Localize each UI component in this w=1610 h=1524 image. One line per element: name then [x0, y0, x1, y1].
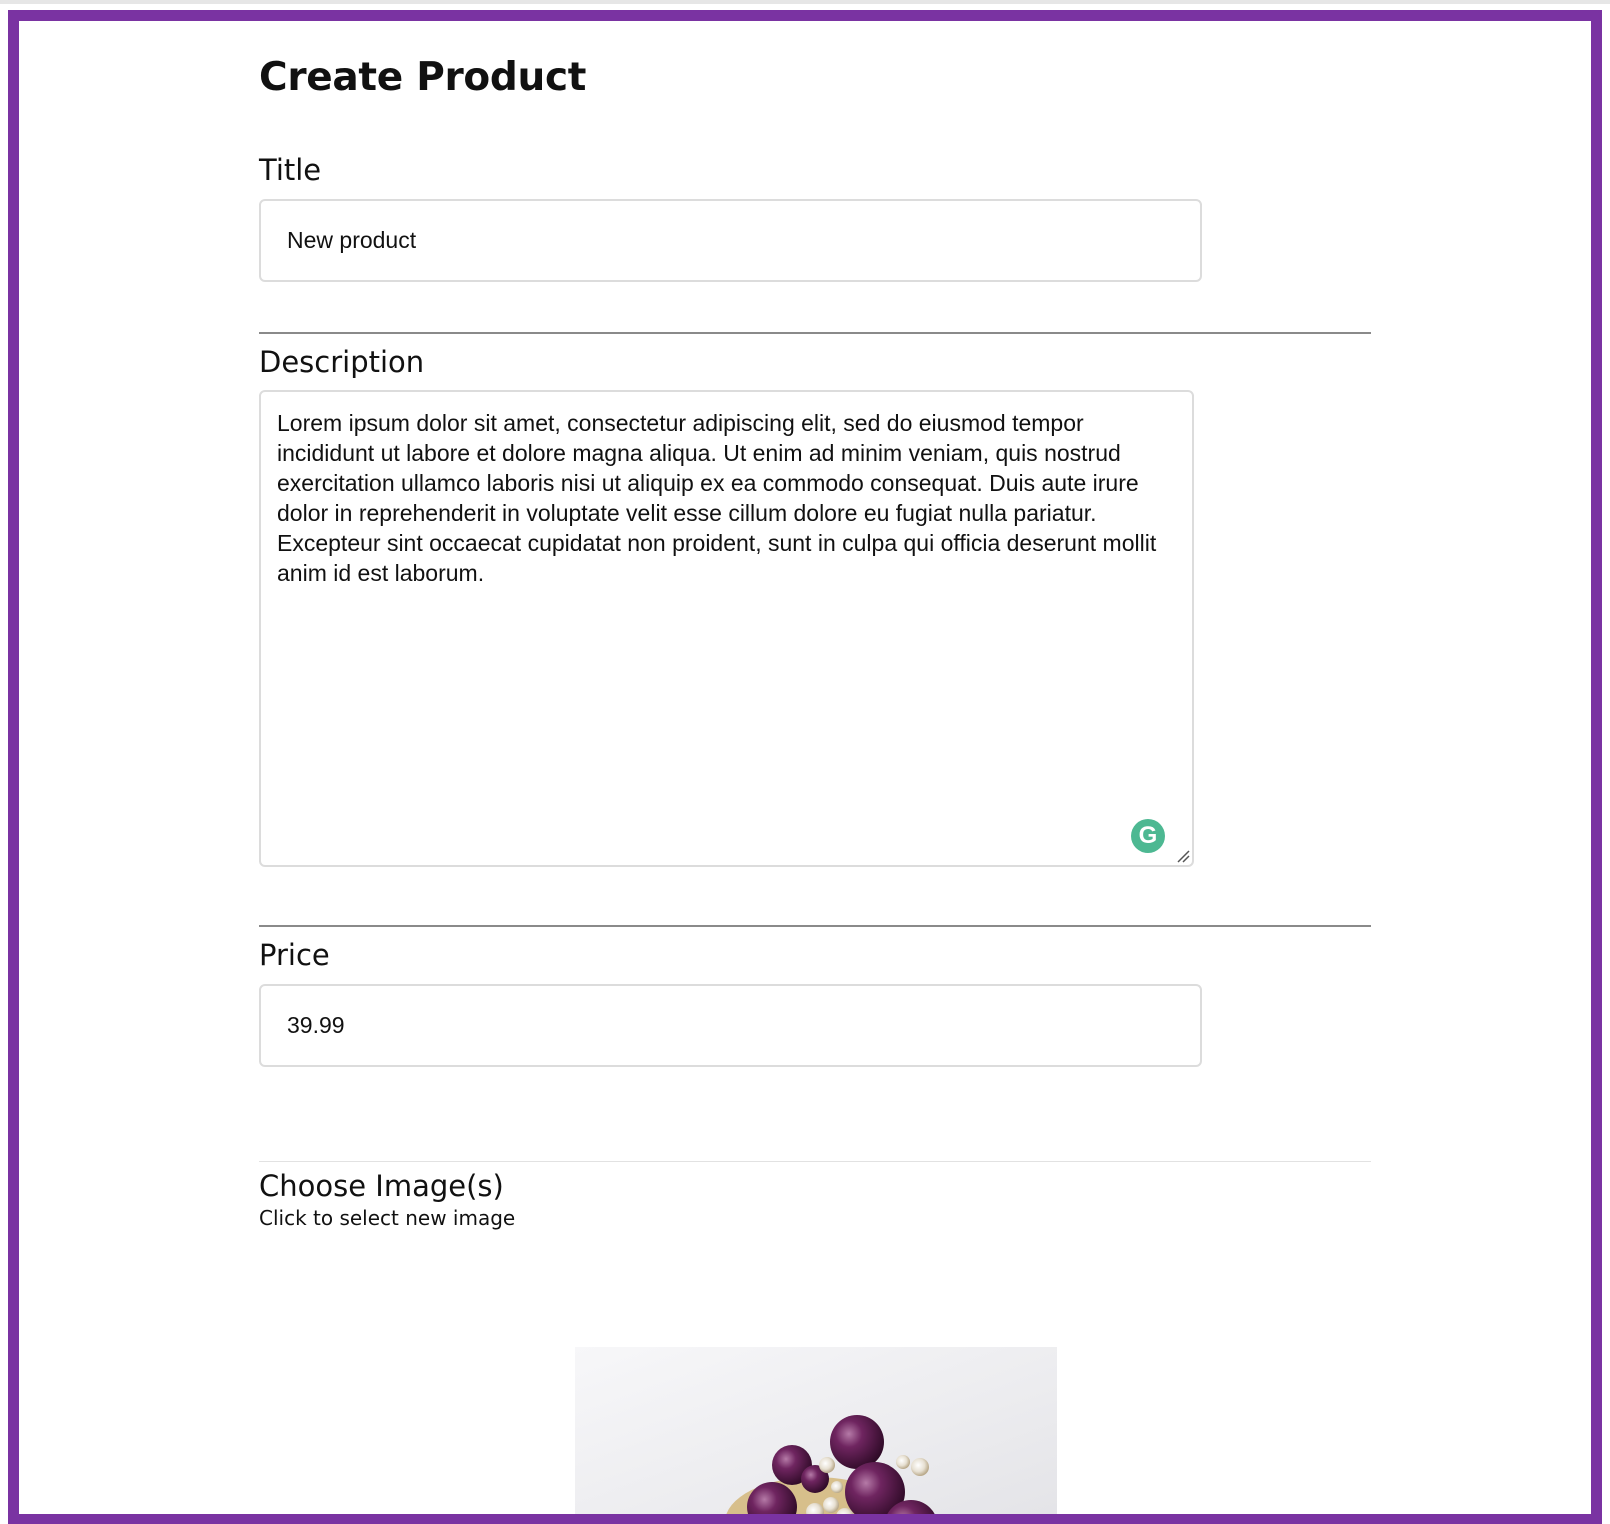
price-label: Price — [259, 938, 330, 972]
price-input[interactable] — [259, 984, 1202, 1067]
description-field[interactable]: Lorem ipsum dolor sit amet, consectetur … — [259, 390, 1194, 867]
choose-images-hint[interactable]: Click to select new image — [259, 1206, 515, 1230]
grammarly-glyph: G — [1138, 822, 1158, 849]
title-input[interactable] — [259, 199, 1202, 282]
product-image — [726, 1415, 935, 1514]
divider — [259, 332, 1371, 334]
description-label: Description — [259, 345, 425, 379]
choose-images-label[interactable]: Choose Image(s) — [259, 1169, 504, 1203]
divider — [259, 1161, 1371, 1162]
product-image-preview[interactable] — [575, 1347, 1057, 1514]
title-label: Title — [259, 153, 322, 187]
page-title: Create Product — [259, 55, 587, 100]
grammarly-icon[interactable]: G — [1131, 819, 1165, 853]
divider — [259, 925, 1371, 927]
page-frame: Create Product Title Description Lorem i… — [8, 10, 1602, 1524]
description-textarea[interactable]: Lorem ipsum dolor sit amet, consectetur … — [261, 392, 1192, 865]
resize-handle-icon[interactable] — [1176, 849, 1190, 863]
page: Create Product Title Description Lorem i… — [0, 0, 1610, 1524]
